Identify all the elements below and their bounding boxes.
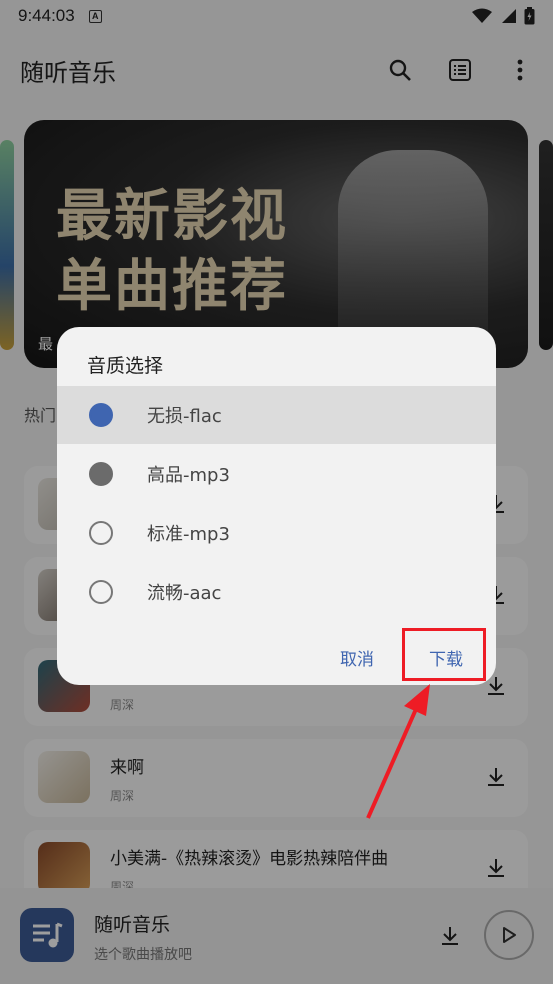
download-highlight-box: [402, 628, 486, 681]
quality-option-label: 流畅-aac: [147, 583, 222, 604]
radio-filled-icon[interactable]: [89, 462, 113, 486]
quality-option-label: 无损-flac: [147, 406, 222, 427]
radio-selected-icon[interactable]: [89, 403, 113, 427]
radio-empty-icon[interactable]: [89, 521, 113, 545]
dialog-title: 音质选择: [87, 355, 164, 377]
quality-option-label: 标准-mp3: [147, 524, 230, 545]
radio-empty-icon[interactable]: [89, 580, 113, 604]
quality-option-mp3-high[interactable]: 高品-mp3: [57, 445, 496, 503]
quality-option-label: 高品-mp3: [147, 465, 230, 486]
quality-option-flac[interactable]: 无损-flac: [57, 386, 496, 444]
quality-option-aac[interactable]: 流畅-aac: [57, 563, 496, 621]
quality-option-mp3-standard[interactable]: 标准-mp3: [57, 504, 496, 562]
cancel-button[interactable]: 取消: [340, 645, 374, 670]
